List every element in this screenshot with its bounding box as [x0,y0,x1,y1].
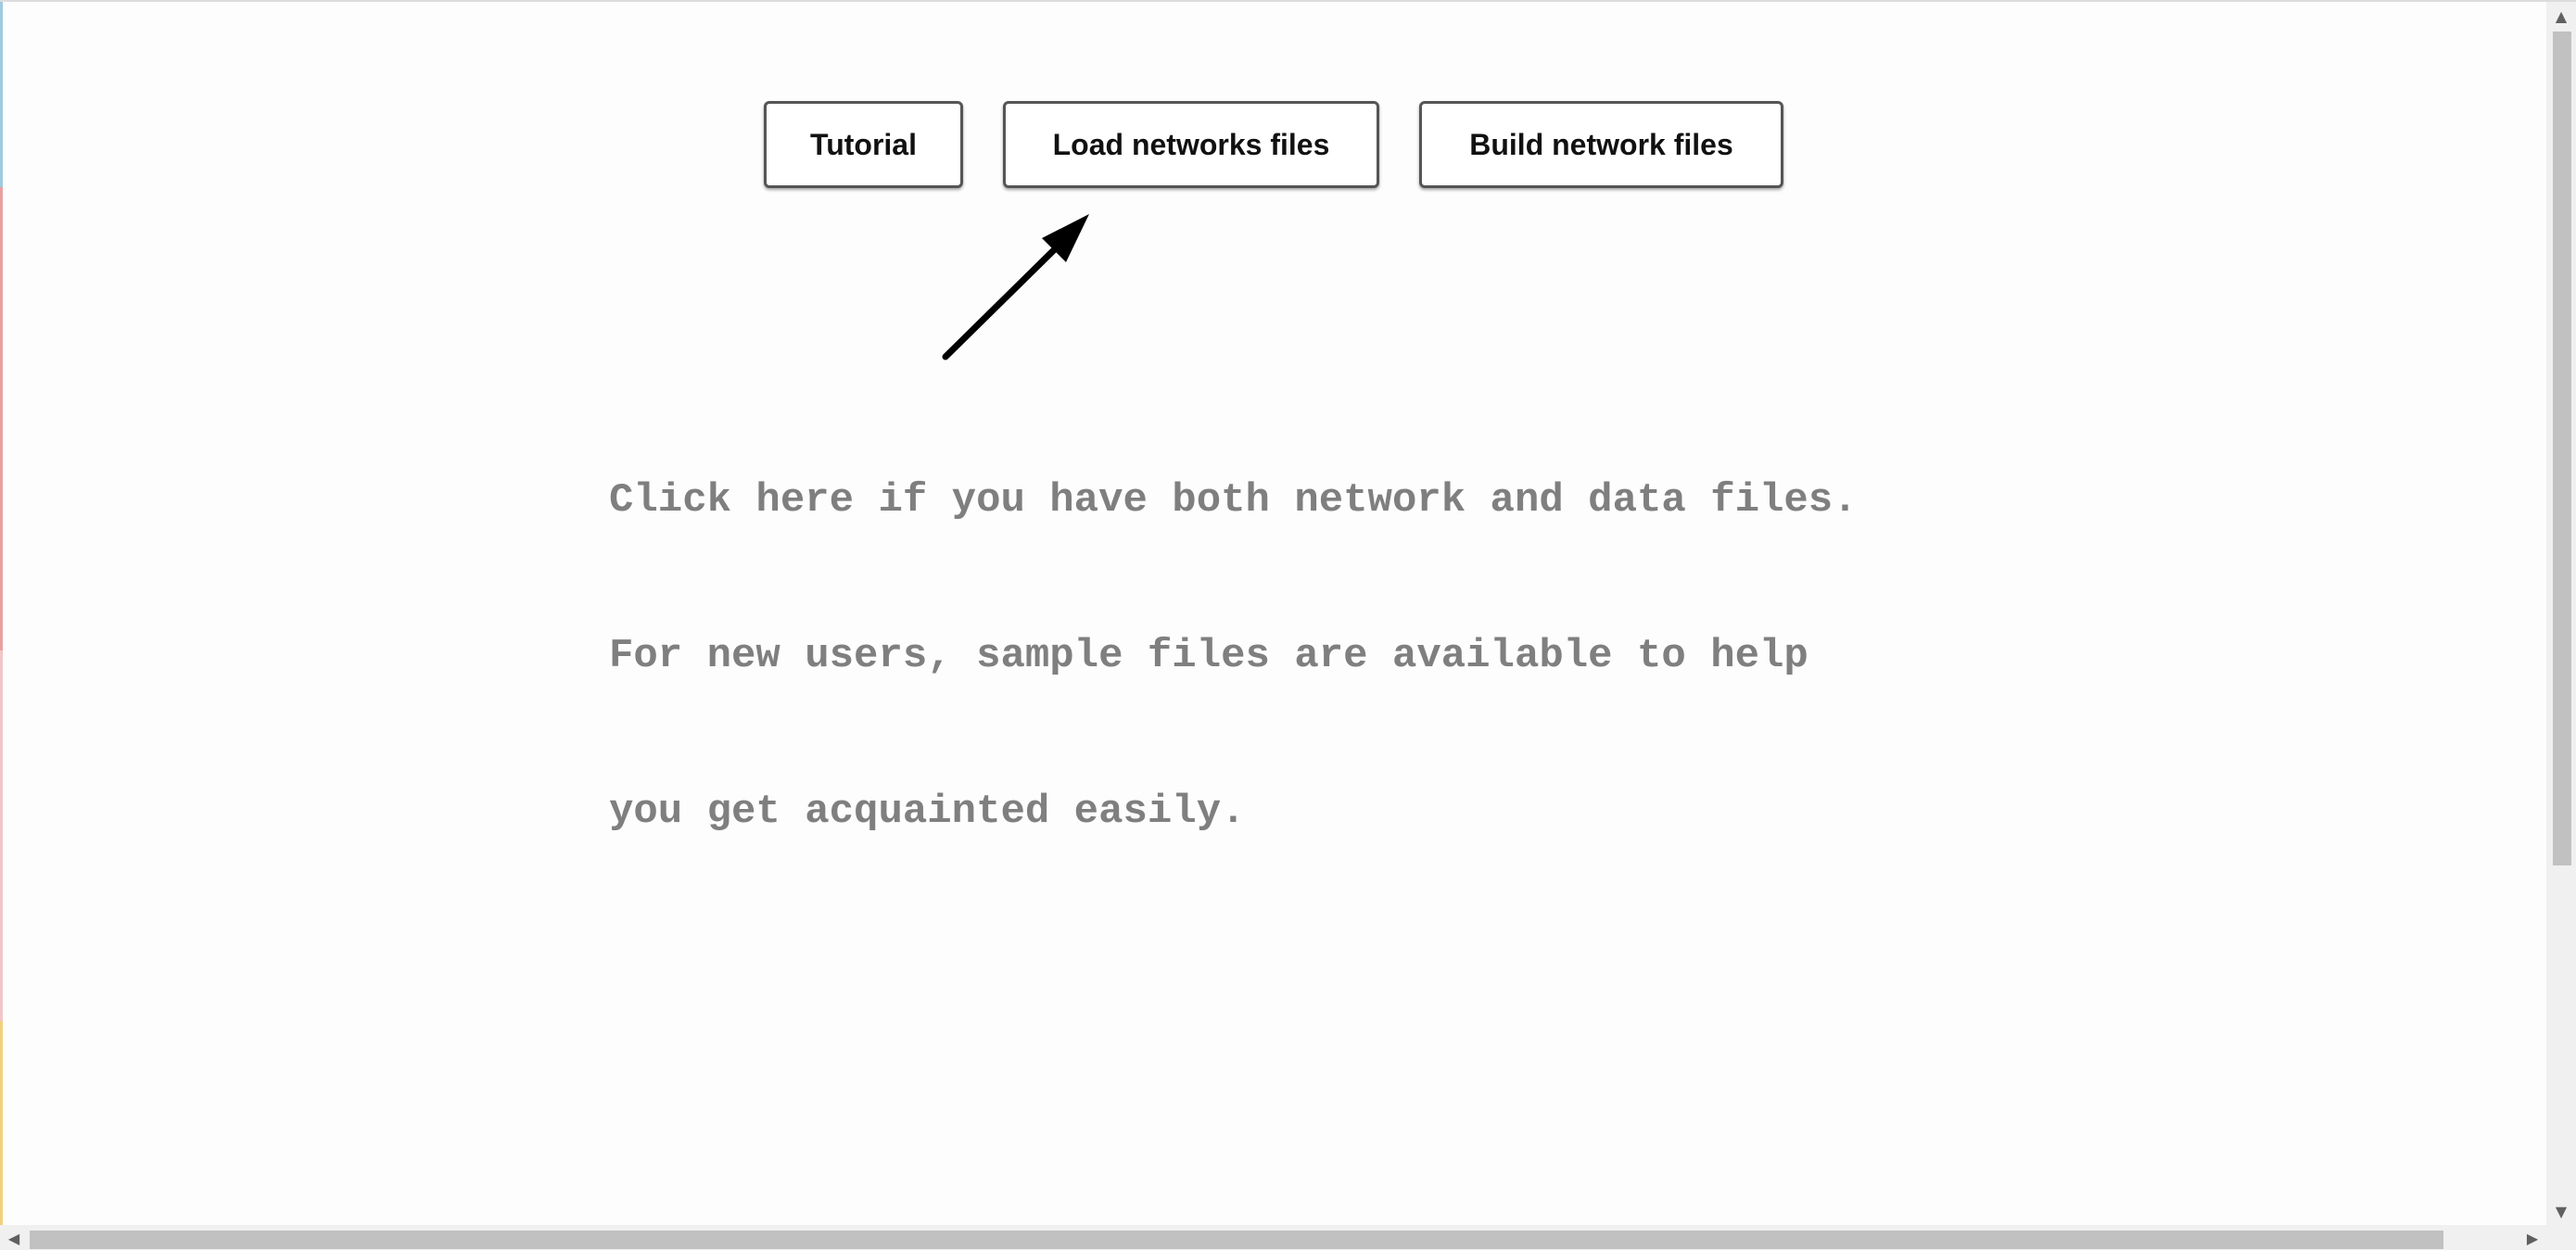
edge-segment [0,1021,3,1250]
window-edge-decoration [0,2,3,1250]
chevron-down-icon[interactable]: ▼ [2546,1197,2576,1225]
load-networks-files-button[interactable]: Load networks files [1003,101,1379,188]
scrollbar-corner [2546,1225,2576,1250]
edge-segment [0,650,3,1021]
horizontal-scrollbar-thumb[interactable] [30,1231,2443,1249]
edge-segment [0,187,3,650]
vertical-scrollbar-thumb[interactable] [2553,32,2571,865]
hint-line: Click here if you have both network and … [609,477,1858,524]
hint-line: For new users, sample files are availabl… [609,633,1808,679]
tutorial-button[interactable]: Tutorial [764,101,963,188]
chevron-right-icon[interactable]: ▶ [2519,1225,2546,1250]
chevron-left-icon[interactable]: ◀ [0,1225,28,1250]
chevron-up-icon[interactable]: ▲ [2546,2,2576,30]
horizontal-scrollbar[interactable]: ◀ ▶ [0,1225,2546,1250]
page-viewport: Tutorial Load networks files Build netwo… [0,0,2576,1250]
edge-segment [0,2,3,187]
load-files-hint: Click here if you have both network and … [609,371,1999,941]
arrow-up-right-icon [942,214,1089,360]
hint-line: you get acquainted easily. [609,789,1246,835]
vertical-scrollbar[interactable]: ▲ ▼ [2546,2,2576,1225]
build-network-files-button[interactable]: Build network files [1419,101,1783,188]
